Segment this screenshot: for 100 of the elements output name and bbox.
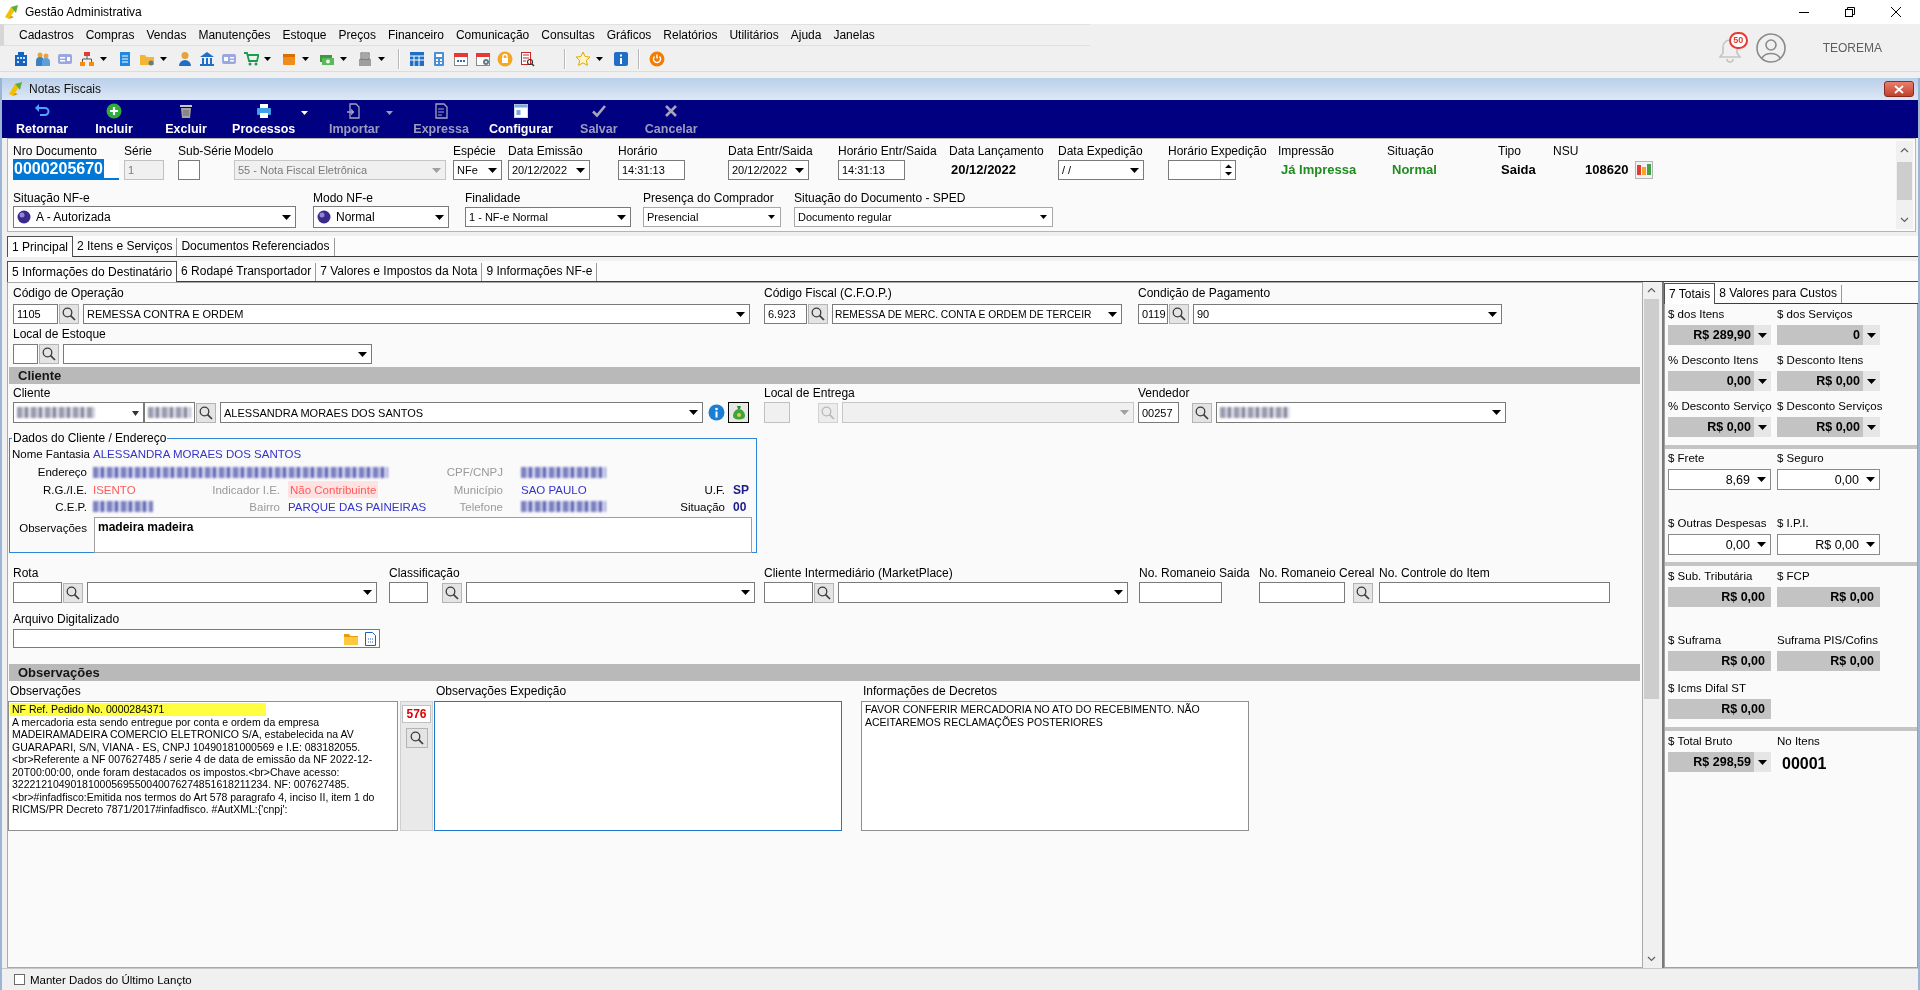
dropdown-field[interactable]: ALESSANDRA MORAES DOS SANTOS [220,402,703,423]
code-field[interactable] [144,402,195,423]
code-field[interactable]: 1105 [13,304,58,324]
menu-item[interactable]: Comunicação [449,26,536,44]
code-field[interactable] [13,344,38,364]
file-path-field[interactable] [13,629,380,648]
dropdown-field[interactable]: 90 [1193,304,1502,324]
menu-item[interactable]: Janelas [827,26,881,44]
code-field[interactable]: 0119 [1138,304,1168,324]
menu-item[interactable]: Estoque [276,26,333,44]
return-button[interactable]: Retornar [8,100,77,138]
info-button[interactable] [708,404,725,421]
amount-field[interactable]: 0,00 [1777,469,1880,490]
sequence-button[interactable] [1635,161,1654,179]
text-field[interactable]: 14:31:13 [618,160,685,180]
tab[interactable]: 9 Informações NF-e [482,263,598,281]
dropdown-field[interactable] [63,344,372,364]
add-button[interactable]: Incluir [80,100,149,138]
amount-field[interactable]: 8,69 [1668,469,1771,490]
menu-item[interactable]: Ajuda [784,26,828,44]
amount-field[interactable]: R$ 0,00 [1668,651,1771,671]
tab[interactable]: 5 Informações do Destinatário [7,261,178,282]
amount-field[interactable]: R$ 289,90 [1668,325,1771,345]
menu-item[interactable]: Cadastros [13,26,80,44]
text-field[interactable]: 14:31:13 [838,160,905,180]
text-field[interactable] [1139,582,1222,603]
menu-item[interactable]: Consultas [535,26,601,44]
tab[interactable]: Documentos Referenciados [177,238,335,256]
code-field[interactable] [764,582,813,603]
tab[interactable]: 7 Totais [1664,283,1716,304]
search-button[interactable] [814,582,834,603]
notes-field[interactable]: madeira madeira [94,517,752,553]
search-button[interactable] [442,582,462,603]
search-button[interactable] [59,304,79,324]
dropdown-field[interactable]: REMESSA CONTRA E ORDEM [83,304,750,324]
dropdown-field[interactable] [1216,402,1506,423]
notes-text-area[interactable] [8,701,398,831]
dropdown-field[interactable]: 1 - NF-e Normal [465,207,631,227]
close-button[interactable] [1884,81,1914,97]
search-button[interactable] [808,304,828,324]
scrollbar-thumb[interactable] [1897,162,1912,200]
dropdown-field[interactable]: 20/12/2022 [728,160,809,180]
search-button[interactable] [1169,304,1189,324]
text-field[interactable] [1379,582,1610,603]
dropdown-field[interactable]: 20/12/2022 [508,160,590,180]
amount-field[interactable]: R$ 0,00 [1777,371,1880,391]
delete-button[interactable]: Excluir [152,100,221,138]
text-area[interactable] [434,701,842,831]
configure-button[interactable]: Configurar [480,100,561,138]
user-avatar-icon[interactable] [1755,32,1786,63]
menu-item[interactable]: Relatórios [657,26,724,44]
text-field[interactable] [1259,582,1345,603]
amount-field[interactable]: R$ 0,00 [1777,534,1880,555]
search-button[interactable] [1192,402,1212,423]
tab[interactable]: 2 Itens e Serviços [73,238,178,256]
amount-field[interactable]: R$ 0,00 [1668,587,1771,607]
dropdown-field[interactable] [87,582,377,603]
amount-field[interactable]: R$ 0,00 [1668,417,1771,437]
tab[interactable]: 8 Valores para Custos [1715,285,1842,303]
document-number-field[interactable]: 0000205670 [13,160,119,180]
dropdown-field[interactable]: Documento regular [794,207,1053,227]
code-field[interactable]: 6.923 [764,304,807,324]
amount-field[interactable]: R$ 0,00 [1777,651,1880,671]
dropdown-field[interactable]: / / [1058,160,1144,180]
menu-item[interactable]: Compras [79,26,141,44]
dropdown-field[interactable]: NFe [453,160,502,180]
code-field[interactable] [13,582,62,603]
checkbox[interactable] [14,974,25,985]
document-field[interactable] [13,402,144,423]
menu-item[interactable]: Gráficos [600,26,658,44]
search-button[interactable] [39,344,59,364]
dropdown-field[interactable]: A - Autorizada [13,206,296,228]
vertical-scrollbar[interactable] [1896,141,1913,229]
scrollbar-thumb[interactable] [1644,299,1659,699]
amount-field[interactable]: R$ 298,59 [1668,752,1771,772]
text-field[interactable] [178,160,200,180]
menu-item[interactable]: Utilitários [723,26,785,44]
menu-item[interactable]: Manutenções [192,26,277,44]
search-button[interactable] [1353,582,1373,603]
code-field[interactable] [389,582,428,603]
dropdown-field[interactable]: REMESSA DE MERC. CONTA E ORDEM DE TERCEIR [832,304,1122,324]
tab[interactable]: 7 Valores e Impostos da Nota [316,263,483,281]
dropdown-field[interactable]: Normal [313,206,449,228]
menu-item[interactable]: Vendas [140,26,193,44]
dropdown-field[interactable]: Presencial [643,207,781,227]
text-area[interactable]: FAVOR CONFERIR MERCADORIA NO ATO DO RECEBIMENTO. NÃO ACEITAREMOS RECLAMAÇÕES POSTERIORES [861,701,1249,831]
amount-field[interactable]: R$ 0,00 [1668,699,1771,719]
money-bag-button[interactable] [728,402,749,423]
amount-field[interactable]: 0,00 [1668,371,1771,391]
amount-field[interactable]: R$ 0,00 [1777,587,1880,607]
code-field[interactable]: 00257 [1138,402,1179,423]
amount-field[interactable]: 0,00 [1668,534,1771,555]
amount-field[interactable]: R$ 0,00 [1777,417,1880,437]
search-button[interactable] [196,402,216,423]
tab[interactable]: 1 Principal [7,236,74,257]
dropdown-field[interactable] [838,582,1128,603]
document-button[interactable] [363,630,377,647]
dropdown-field[interactable] [466,582,755,603]
amount-field[interactable]: 0 [1777,325,1880,345]
spin-field[interactable] [1168,160,1236,180]
